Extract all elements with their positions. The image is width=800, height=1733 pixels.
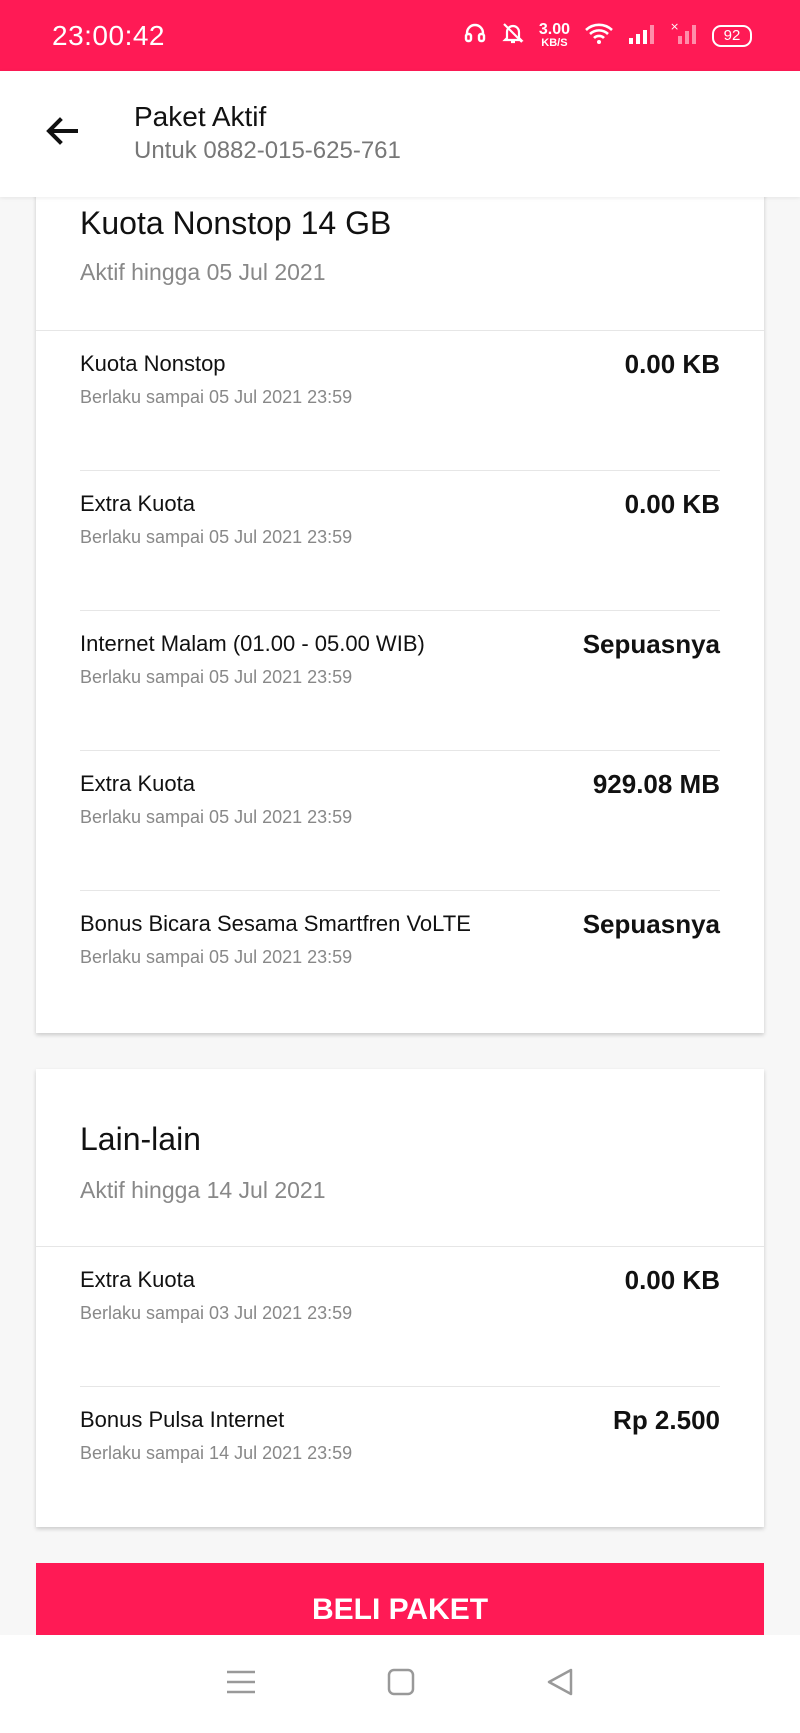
- app-header: Paket Aktif Untuk 0882-015-625-761: [0, 71, 800, 197]
- quota-value: Sepuasnya: [582, 909, 720, 939]
- package-card: Kuota Nonstop 14 GB Aktif hingga 05 Jul …: [36, 197, 764, 1033]
- system-nav-bar: [0, 1635, 800, 1733]
- quota-row: Bonus Bicara Sesama Smartfren VoLTE Berl…: [80, 891, 720, 1031]
- menu-icon[interactable]: [226, 1669, 256, 1700]
- wifi-icon: [584, 21, 614, 50]
- quota-name: Bonus Pulsa Internet: [80, 1407, 285, 1432]
- arrow-left-icon[interactable]: [44, 113, 80, 149]
- quota-expiry: Berlaku sampai 05 Jul 2021 23:59: [80, 667, 353, 687]
- signal-off-icon: ×: [670, 20, 698, 50]
- svg-text:×: ×: [670, 21, 679, 33]
- package-title: Lain-lain: [80, 1121, 201, 1157]
- quota-value: 0.00 KB: [624, 489, 720, 519]
- package-list[interactable]: Kuota Nonstop 14 GB Aktif hingga 05 Jul …: [0, 197, 800, 1635]
- package-active-until: Aktif hingga 05 Jul 2021: [80, 259, 326, 285]
- quota-row: Bonus Pulsa Internet Berlaku sampai 14 J…: [80, 1387, 720, 1527]
- battery-icon: 92: [712, 24, 752, 47]
- quota-name: Extra Kuota: [80, 491, 195, 516]
- package-card-header: Kuota Nonstop 14 GB Aktif hingga 05 Jul …: [36, 197, 764, 331]
- status-icons: 3.00 KB/S × 92: [463, 20, 752, 50]
- quota-row: Extra Kuota Berlaku sampai 05 Jul 2021 2…: [80, 471, 720, 611]
- quota-row: Kuota Nonstop Berlaku sampai 05 Jul 2021…: [80, 331, 720, 471]
- back-triangle-icon[interactable]: [546, 1667, 574, 1702]
- quota-value: 0.00 KB: [624, 349, 720, 379]
- quota-name: Extra Kuota: [80, 771, 195, 796]
- quota-value: Rp 2.500: [613, 1405, 720, 1435]
- signal-icon: [628, 21, 656, 50]
- quota-name: Extra Kuota: [80, 1267, 195, 1292]
- quota-name: Internet Malam (01.00 - 05.00 WIB): [80, 631, 425, 656]
- quota-expiry: Berlaku sampai 05 Jul 2021 23:59: [80, 947, 353, 967]
- net-speed-unit: KB/S: [541, 37, 568, 49]
- quota-row: Extra Kuota Berlaku sampai 03 Jul 2021 2…: [80, 1247, 720, 1387]
- quota-expiry: Berlaku sampai 05 Jul 2021 23:59: [80, 527, 353, 547]
- quota-value: Sepuasnya: [582, 629, 720, 659]
- headset-icon: [463, 21, 487, 50]
- package-card-header: Lain-lain Aktif hingga 14 Jul 2021: [36, 1069, 764, 1247]
- package-title: Kuota Nonstop 14 GB: [80, 205, 392, 241]
- package-card: Lain-lain Aktif hingga 14 Jul 2021 Extra…: [36, 1069, 764, 1527]
- status-time: 23:00:42: [52, 19, 165, 51]
- quota-name: Bonus Bicara Sesama Smartfren VoLTE: [80, 911, 471, 936]
- quota-row: Internet Malam (01.00 - 05.00 WIB) Berla…: [80, 611, 720, 751]
- quota-row: Extra Kuota Berlaku sampai 05 Jul 2021 2…: [80, 751, 720, 891]
- status-bar: 23:00:42 3.00 KB/S × 92: [0, 0, 800, 71]
- net-speed-value: 3.00: [538, 21, 570, 38]
- page-title: Paket Aktif: [134, 101, 267, 132]
- quota-value: 929.08 MB: [592, 769, 720, 799]
- page-subtitle: Untuk 0882-015-625-761: [134, 137, 401, 164]
- quota-name: Kuota Nonstop: [80, 351, 226, 376]
- buy-package-button[interactable]: BELI PAKET: [36, 1563, 764, 1635]
- quota-expiry: Berlaku sampai 05 Jul 2021 23:59: [80, 387, 353, 407]
- quota-expiry: Berlaku sampai 05 Jul 2021 23:59: [80, 807, 353, 827]
- package-active-until: Aktif hingga 14 Jul 2021: [80, 1177, 326, 1203]
- quota-expiry: Berlaku sampai 14 Jul 2021 23:59: [80, 1443, 353, 1463]
- quota-expiry: Berlaku sampai 03 Jul 2021 23:59: [80, 1303, 353, 1323]
- bell-off-icon: [501, 21, 525, 50]
- home-square-icon[interactable]: [387, 1668, 415, 1701]
- net-speed: 3.00 KB/S: [539, 22, 570, 49]
- quota-value: 0.00 KB: [624, 1265, 720, 1295]
